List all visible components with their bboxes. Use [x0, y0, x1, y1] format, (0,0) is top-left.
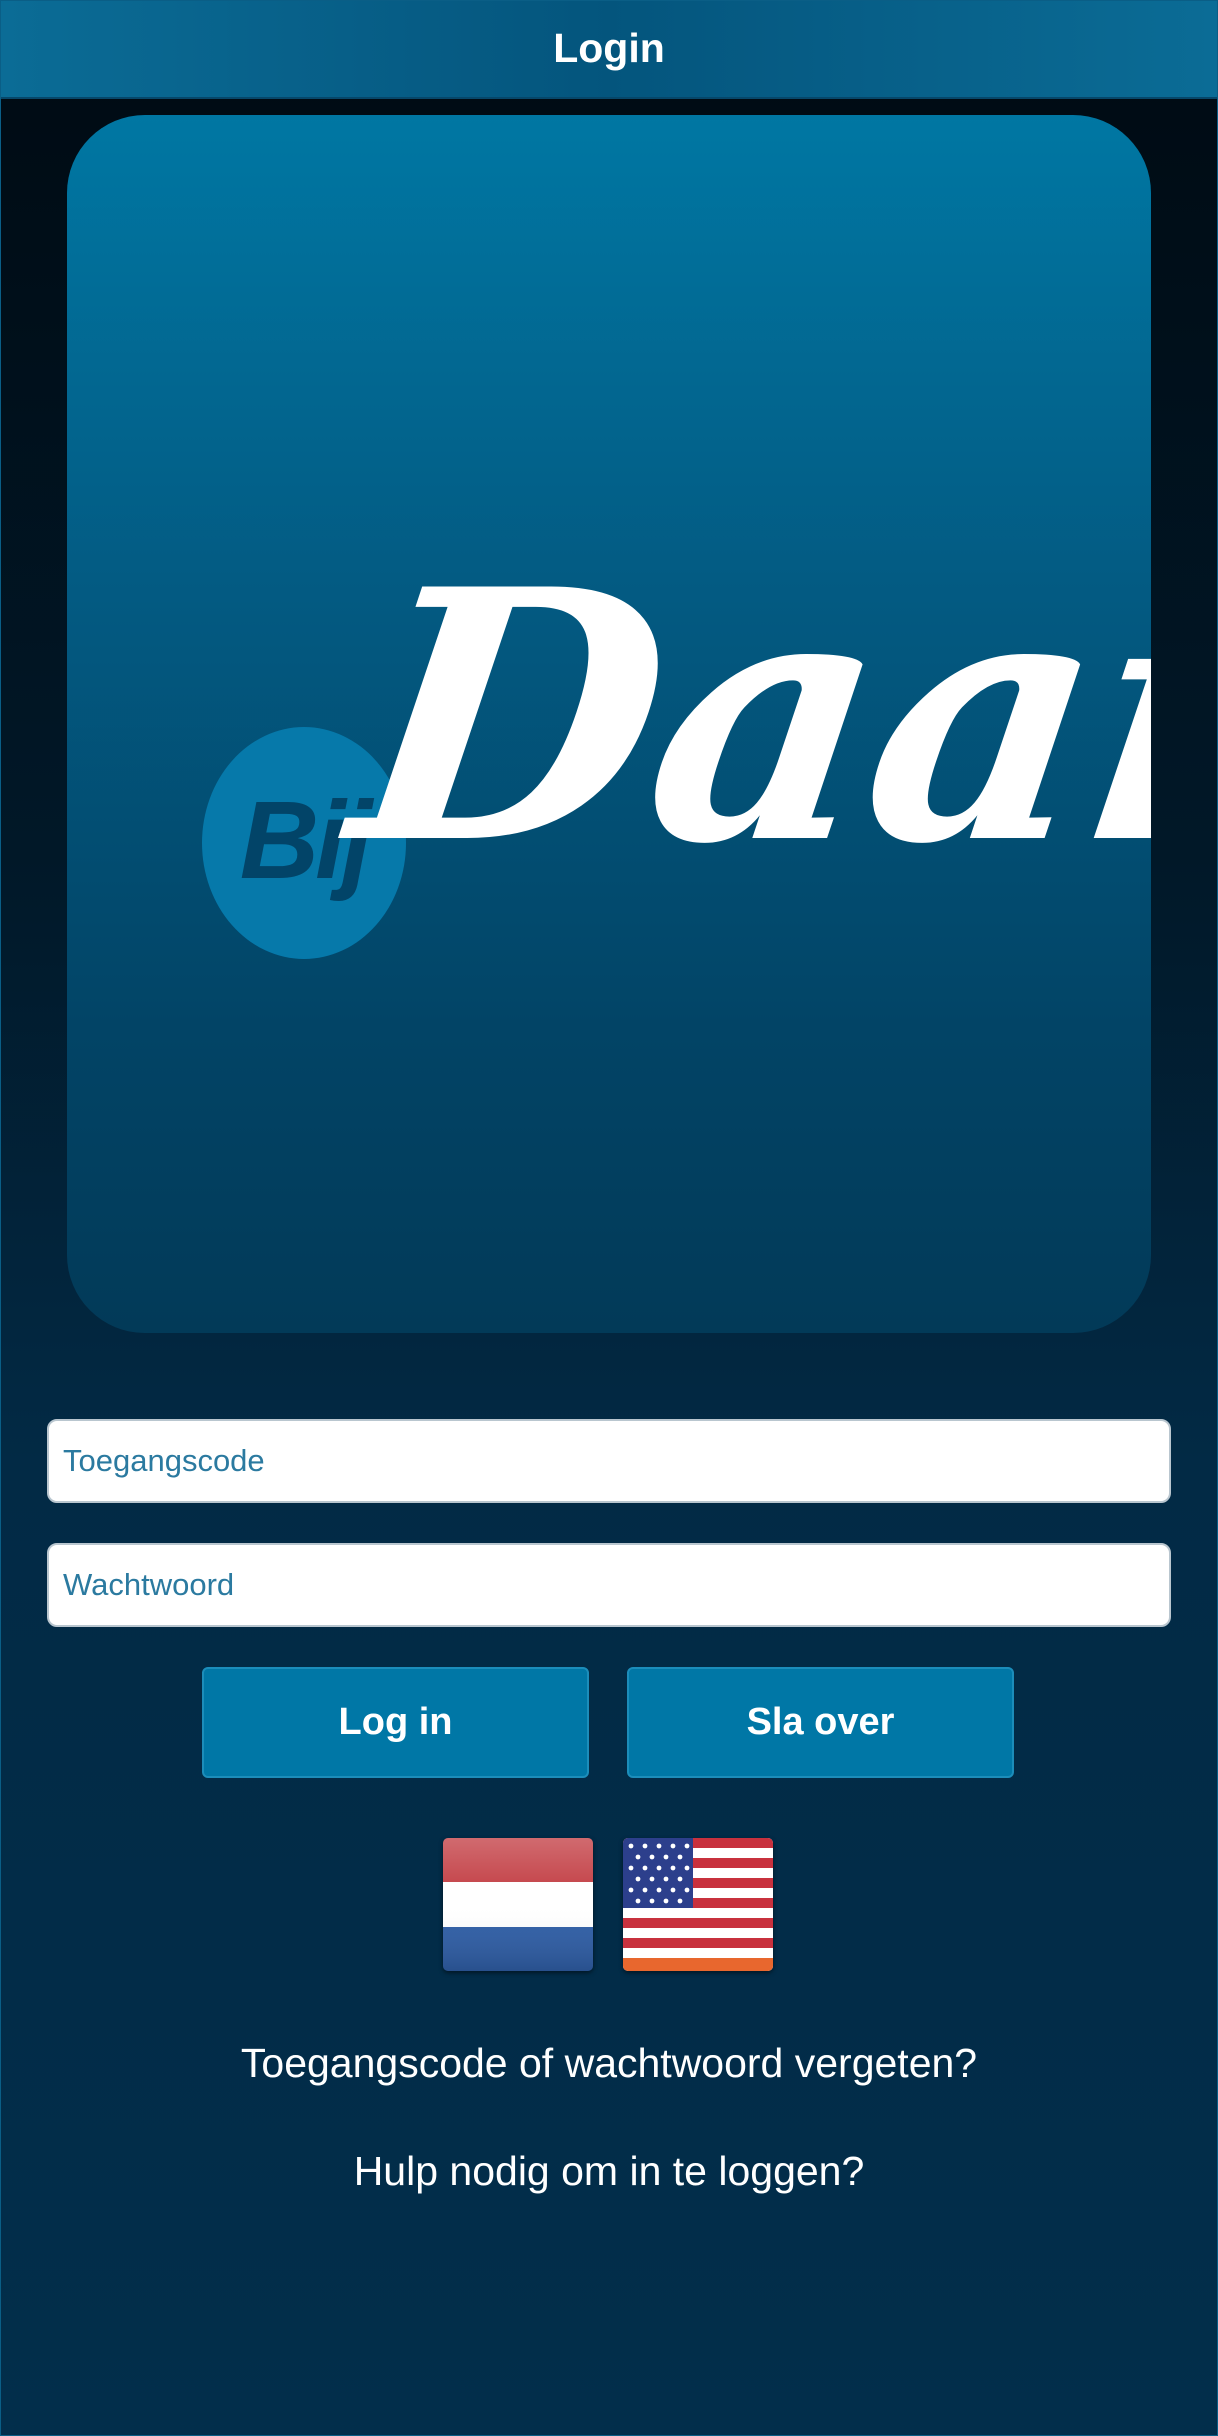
page-title: Login — [553, 25, 665, 71]
login-button[interactable]: Log in — [202, 1667, 589, 1778]
forgot-credentials-link[interactable]: Toegangscode of wachtwoord vergeten? — [0, 2040, 1218, 2087]
logo-wordmark: Daan — [334, 515, 1151, 920]
logo-card: Bij Daan — [67, 115, 1151, 1333]
skip-button[interactable]: Sla over — [627, 1667, 1014, 1778]
access-code-input[interactable] — [47, 1419, 1171, 1503]
usa-flag-icon[interactable] — [623, 1838, 773, 1971]
skip-button-label: Sla over — [746, 1701, 895, 1743]
login-button-label: Log in — [338, 1701, 453, 1743]
password-input[interactable] — [47, 1543, 1171, 1627]
netherlands-flag-icon[interactable] — [443, 1838, 593, 1971]
login-help-link[interactable]: Hulp nodig om in te loggen? — [0, 2148, 1218, 2195]
header-bar: Login — [0, 0, 1218, 99]
